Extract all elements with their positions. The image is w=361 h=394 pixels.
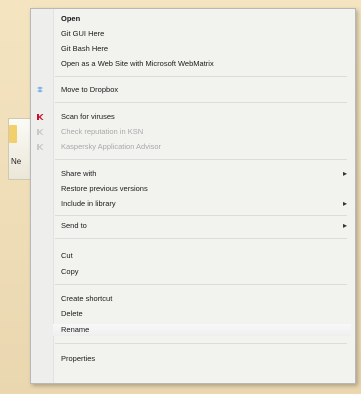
menu-item-delete[interactable]: Delete [31, 307, 355, 321]
menu-item-label: Create shortcut [61, 294, 113, 303]
menu-item-move-to-dropbox[interactable]: Move to Dropbox [31, 83, 355, 97]
file-tab-accent [9, 125, 17, 143]
menu-item-send-to[interactable]: Send to ▸ [31, 219, 355, 233]
menu-item-share-with[interactable]: Share with ▸ [31, 167, 355, 181]
menu-item-label: Restore previous versions [61, 184, 148, 193]
menu-item-rename[interactable]: Rename [31, 323, 355, 337]
desktop-file-label: Ne [11, 157, 22, 166]
submenu-arrow-icon: ▸ [342, 169, 347, 178]
menu-separator [55, 76, 347, 77]
menu-item-label: Copy [61, 267, 79, 276]
menu-separator [55, 215, 347, 216]
menu-item-label: Move to Dropbox [61, 85, 119, 94]
menu-item-label: Open [61, 14, 81, 23]
menu-item-check-reputation: Check reputation in KSN [31, 125, 355, 139]
menu-item-label: Rename [61, 325, 90, 334]
menu-item-git-bash[interactable]: Git Bash Here [31, 42, 355, 56]
menu-separator [55, 343, 347, 344]
menu-item-label: Scan for viruses [61, 112, 115, 121]
menu-item-include-in-library[interactable]: Include in library ▸ [31, 197, 355, 211]
menu-separator [55, 102, 347, 103]
context-menu: Open Git GUI Here Git Bash Here Open as … [30, 8, 356, 384]
menu-item-label: Kaspersky Application Advisor [61, 142, 162, 151]
menu-separator [55, 238, 347, 239]
menu-item-cut[interactable]: Cut [31, 249, 355, 263]
menu-item-open[interactable]: Open [31, 12, 355, 26]
menu-item-label: Check reputation in KSN [61, 127, 144, 136]
menu-item-properties[interactable]: Properties [31, 352, 355, 366]
menu-item-copy[interactable]: Copy [31, 265, 355, 279]
menu-item-label: Cut [61, 251, 73, 260]
menu-item-label: Git Bash Here [61, 44, 109, 53]
menu-item-label: Include in library [61, 199, 116, 208]
kaspersky-reputation-icon [36, 128, 44, 136]
menu-item-git-gui[interactable]: Git GUI Here [31, 27, 355, 41]
menu-item-create-shortcut[interactable]: Create shortcut [31, 292, 355, 306]
menu-item-restore-versions[interactable]: Restore previous versions [31, 182, 355, 196]
menu-item-label: Send to [61, 221, 87, 230]
menu-separator [55, 284, 347, 285]
menu-item-label: Delete [61, 309, 83, 318]
menu-item-label: Open as a Web Site with Microsoft WebMat… [61, 59, 214, 68]
dropbox-icon [36, 86, 44, 94]
menu-item-kaspersky-advisor: Kaspersky Application Advisor [31, 140, 355, 154]
kaspersky-advisor-icon [36, 143, 44, 151]
menu-item-open-webmatrix[interactable]: Open as a Web Site with Microsoft WebMat… [31, 57, 355, 71]
menu-item-scan-for-viruses[interactable]: Scan for viruses [31, 110, 355, 124]
submenu-arrow-icon: ▸ [342, 199, 347, 208]
kaspersky-scan-icon [36, 113, 44, 121]
menu-item-label: Properties [61, 354, 96, 363]
menu-item-label: Git GUI Here [61, 29, 105, 38]
menu-item-label: Share with [61, 169, 97, 178]
menu-separator [55, 159, 347, 160]
submenu-arrow-icon: ▸ [342, 221, 347, 230]
